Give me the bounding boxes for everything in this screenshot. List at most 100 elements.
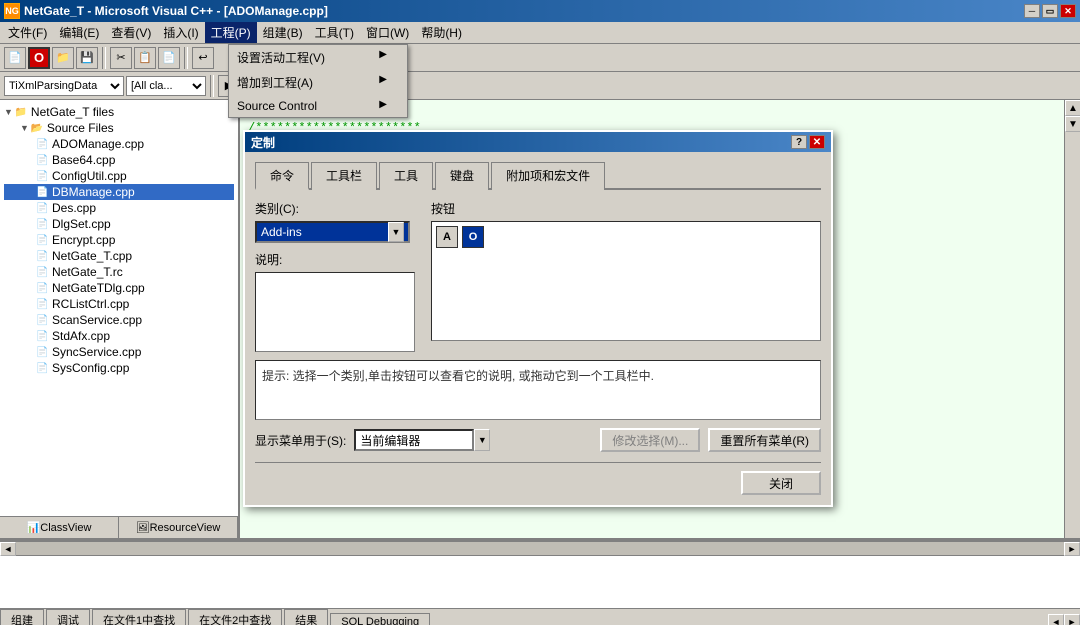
bottom-hscroll[interactable]: ◄ ► [0, 542, 1080, 556]
reset-all-button[interactable]: 重置所有菜单(R) [708, 428, 821, 452]
btab-build[interactable]: 组建 [0, 609, 44, 625]
tabs-scroll-right[interactable]: ► [1064, 614, 1080, 625]
tab-resourceview[interactable]: 🖼 ResourceView [119, 517, 238, 538]
restore-button[interactable]: ▭ [1042, 4, 1058, 18]
tree-file-dlgset[interactable]: 📄 DlgSet.cpp [4, 216, 234, 232]
tab-classview[interactable]: 📊 ClassView [0, 517, 119, 538]
tree-root[interactable]: ▼ 📁 NetGate_T files [4, 104, 234, 120]
file-icon: 📄 [36, 315, 52, 326]
cut-button[interactable]: ✂ [110, 47, 132, 69]
category-dropdown-btn[interactable]: ▼ [388, 222, 404, 242]
display-label: 显示菜单用于(S): [255, 432, 346, 449]
btab-find2[interactable]: 在文件2中查找 [188, 609, 282, 625]
tabs-scroll-left[interactable]: ◄ [1048, 614, 1064, 625]
bottom-tabs: 组建 调试 在文件1中查找 在文件2中查找 结果 SQL Debugging ◄… [0, 608, 1080, 625]
menu-view[interactable]: 查看(V) [105, 22, 157, 43]
menu-insert[interactable]: 插入(I) [157, 22, 204, 43]
tree-file-encrypt[interactable]: 📄 Encrypt.cpp [4, 232, 234, 248]
tree-file-scanservice[interactable]: 📄 ScanService.cpp [4, 312, 234, 328]
hscroll-left[interactable]: ◄ [0, 542, 16, 556]
copy-button[interactable]: 📋 [134, 47, 156, 69]
dialog-close-button[interactable]: 关闭 [741, 471, 821, 495]
dialog-tabs: 命令 工具栏 工具 键盘 附加项和宏文件 [255, 162, 821, 190]
file-icon: 📄 [36, 299, 52, 310]
menu-window[interactable]: 窗口(W) [360, 22, 415, 43]
tree-file-netgatetdlg[interactable]: 📄 NetGateTDlg.cpp [4, 280, 234, 296]
tree-file-configutil[interactable]: 📄 ConfigUtil.cpp [4, 168, 234, 184]
dialog-close-btn[interactable]: ✕ [809, 135, 825, 149]
open-button[interactable]: 📁 [52, 47, 74, 69]
member-combo[interactable]: [All cla... [126, 76, 206, 96]
dtab-commands[interactable]: 命令 [255, 162, 309, 190]
tree-file-base64[interactable]: 📄 Base64.cpp [4, 152, 234, 168]
save-button[interactable]: 💾 [76, 47, 98, 69]
btn-swatch-a[interactable]: A [436, 226, 458, 248]
dialog-buttons: ? ✕ [791, 135, 825, 149]
menu-edit[interactable]: 编辑(E) [53, 22, 105, 43]
red-button[interactable]: O [28, 47, 50, 69]
tree-file-dbmanage[interactable]: 📄 DBManage.cpp [4, 184, 234, 200]
file-icon: 📄 [36, 283, 52, 294]
workspace-panel: ▼ 📁 NetGate_T files ▼ 📂 Source Files 📄 A… [0, 100, 240, 538]
tree-file-syncservice[interactable]: 📄 SyncService.cpp [4, 344, 234, 360]
hscroll-track[interactable] [16, 542, 1064, 555]
scroll-up-btn[interactable]: ▲ [1065, 100, 1080, 116]
btab-debug[interactable]: 调试 [46, 609, 90, 625]
description-label: 说明: [255, 251, 415, 268]
tree-file-sysconfig[interactable]: 📄 SysConfig.cpp [4, 360, 234, 376]
editor-vscroll[interactable]: ▲ ▼ [1064, 100, 1080, 538]
scroll-down-btn[interactable]: ▼ [1065, 116, 1080, 132]
toolbar-separator1 [102, 47, 106, 69]
bottom-content [0, 556, 1080, 608]
menu-tools[interactable]: 工具(T) [309, 22, 360, 43]
workspace-tabs: 📊 ClassView 🖼 ResourceView [0, 516, 238, 538]
menu-project[interactable]: 工程(P) [205, 22, 257, 43]
dtab-addons[interactable]: 附加项和宏文件 [491, 162, 605, 190]
window-controls: ─ ▭ ✕ [1024, 4, 1076, 18]
btab-sql[interactable]: SQL Debugging [330, 613, 430, 625]
dtab-toolbar[interactable]: 工具栏 [311, 162, 377, 190]
category-value: Add-ins ▼ [255, 221, 410, 243]
dtab-keyboard[interactable]: 键盘 [435, 162, 489, 190]
buttons-box: A O [431, 221, 821, 341]
menu-build[interactable]: 组建(B) [257, 22, 309, 43]
btab-result[interactable]: 结果 [284, 609, 328, 625]
menu-add-to-project[interactable]: 增加到工程(A)▶ [229, 70, 407, 95]
menu-file[interactable]: 文件(F) [2, 22, 53, 43]
btn-swatch-o[interactable]: O [462, 226, 484, 248]
new-button[interactable]: 📄 [4, 47, 26, 69]
minimize-button[interactable]: ─ [1024, 4, 1040, 18]
menu-set-active[interactable]: 设置活动工程(V)▶ [229, 45, 407, 70]
close-button[interactable]: ✕ [1060, 4, 1076, 18]
undo-button[interactable]: ↩ [192, 47, 214, 69]
tree-file-rclistctrl[interactable]: 📄 RCListCtrl.cpp [4, 296, 234, 312]
tree-file-stdafx[interactable]: 📄 StdAfx.cpp [4, 328, 234, 344]
display-select[interactable]: 当前编辑器 [354, 429, 474, 451]
menu-help[interactable]: 帮助(H) [415, 22, 468, 43]
modify-button[interactable]: 修改选择(M)... [600, 428, 700, 452]
tree-file-des[interactable]: 📄 Des.cpp [4, 200, 234, 216]
class-combo[interactable]: TiXmlParsingData [4, 76, 124, 96]
menu-source-control[interactable]: Source Control▶ [229, 95, 407, 117]
btab-find1[interactable]: 在文件1中查找 [92, 609, 186, 625]
app-title: NetGate_T - Microsoft Visual C++ - [ADOM… [24, 4, 1024, 18]
workspace-tree: ▼ 📁 NetGate_T files ▼ 📂 Source Files 📄 A… [0, 100, 238, 516]
display-combo-wrapper: 当前编辑器 ▼ [354, 429, 490, 451]
description-content [255, 272, 415, 352]
toolbar2: TiXmlParsingData [All cla... ▶ ⏹ ⏩ 🔨 ⚙ !… [0, 72, 1080, 100]
display-dropdown-btn[interactable]: ▼ [474, 429, 490, 451]
dtab-tools[interactable]: 工具 [379, 162, 433, 190]
customize-dialog: 定制 ? ✕ 命令 工具栏 工具 键盘 附加项和宏文件 类别(C): [243, 130, 833, 507]
tree-source-files[interactable]: ▼ 📂 Source Files [4, 120, 234, 136]
hscroll-right[interactable]: ► [1064, 542, 1080, 556]
file-icon: 📄 [36, 267, 52, 278]
tree-file-adomange[interactable]: 📄 ADOManage.cpp [4, 136, 234, 152]
tree-file-netgate-rc[interactable]: 📄 NetGate_T.rc [4, 264, 234, 280]
paste-button[interactable]: 📄 [158, 47, 180, 69]
buttons-column: 按钮 A O [431, 200, 821, 352]
category-column: 类别(C): Add-ins ▼ 说明: [255, 200, 415, 352]
category-label: 类别(C): [255, 200, 415, 217]
tree-file-netgate-t[interactable]: 📄 NetGate_T.cpp [4, 248, 234, 264]
dialog-help-btn[interactable]: ? [791, 135, 807, 149]
app-icon: NG [4, 3, 20, 19]
